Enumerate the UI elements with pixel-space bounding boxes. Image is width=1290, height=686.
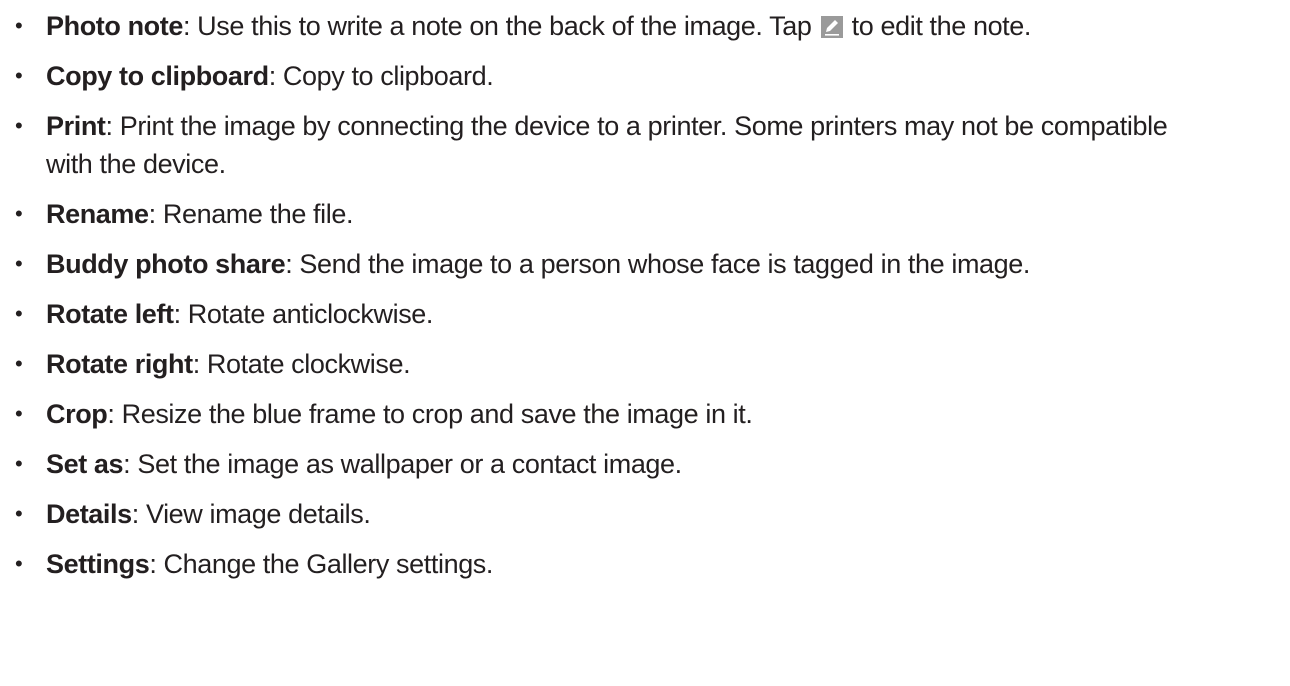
bullet: • xyxy=(15,501,23,526)
item-term: Photo note xyxy=(46,11,183,41)
bullet: • xyxy=(15,301,23,326)
item-term: Rename xyxy=(46,199,149,229)
list-item-rotate-left: • Rotate left: Rotate anticlockwise. xyxy=(0,295,1290,333)
bullet: • xyxy=(15,13,23,38)
bullet: • xyxy=(15,251,23,276)
item-term: Print xyxy=(46,111,106,141)
bullet: • xyxy=(15,351,23,376)
item-description: : Set the image as wallpaper or a contac… xyxy=(123,449,682,479)
item-term: Copy to clipboard xyxy=(46,61,269,91)
item-description: : Rename the file. xyxy=(148,199,354,229)
item-description: : Rotate anticlockwise. xyxy=(173,299,434,329)
item-term: Rotate left xyxy=(46,299,174,329)
item-description: : Change the Gallery settings. xyxy=(149,549,494,579)
bullet: • xyxy=(15,63,23,88)
list-item-photo-note: • Photo note: Use this to write a note o… xyxy=(0,7,1290,45)
item-description: : Rotate clockwise. xyxy=(192,349,411,379)
list-item-copy-to-clipboard: • Copy to clipboard: Copy to clipboard. xyxy=(0,57,1290,95)
item-term: Settings xyxy=(46,549,150,579)
item-description: : View image details. xyxy=(131,499,371,529)
item-description: : Resize the blue frame to crop and save… xyxy=(107,399,753,429)
bullet: • xyxy=(15,113,23,138)
list-item-settings: • Settings: Change the Gallery settings. xyxy=(0,545,1290,583)
item-term: Rotate right xyxy=(46,349,193,379)
item-description: : Print the image by connecting the devi… xyxy=(46,111,1168,179)
item-term: Set as xyxy=(46,449,124,479)
item-description-end: to edit the note. xyxy=(844,11,1032,41)
item-term: Details xyxy=(46,499,132,529)
bullet: • xyxy=(15,551,23,576)
item-term: Crop xyxy=(46,399,108,429)
edit-icon xyxy=(820,10,843,38)
list-item-crop: • Crop: Resize the blue frame to crop an… xyxy=(0,395,1290,433)
list-item-print: • Print: Print the image by connecting t… xyxy=(0,107,1216,183)
list-item-buddy-photo-share: • Buddy photo share: Send the image to a… xyxy=(0,245,1290,283)
bullet: • xyxy=(15,401,23,426)
item-term: Buddy photo share xyxy=(46,249,286,279)
list-item-set-as: • Set as: Set the image as wallpaper or … xyxy=(0,445,1290,483)
item-description: : Use this to write a note on the back o… xyxy=(182,11,819,41)
bullet: • xyxy=(15,201,23,226)
list-item-details: • Details: View image details. xyxy=(0,495,1290,533)
options-list: • Photo note: Use this to write a note o… xyxy=(0,0,1290,579)
bullet: • xyxy=(15,451,23,476)
item-description: : Copy to clipboard. xyxy=(268,61,494,91)
item-description: : Send the image to a person whose face … xyxy=(285,249,1031,279)
list-item-rotate-right: • Rotate right: Rotate clockwise. xyxy=(0,345,1290,383)
list-item-rename: • Rename: Rename the file. xyxy=(0,195,1290,233)
